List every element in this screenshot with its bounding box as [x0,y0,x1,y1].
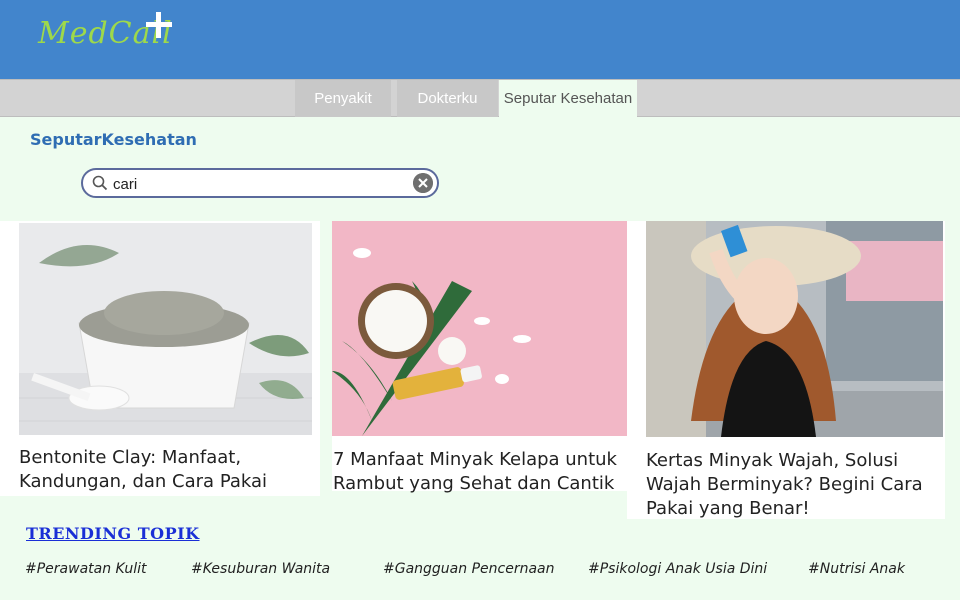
article-title[interactable]: Kertas Minyak Wajah, Solusi Wajah Bermin… [646,449,941,521]
article-card[interactable]: Bentonite Clay: Manfaat, Kandungan, dan … [0,221,320,496]
nav-item-dokterku[interactable]: Dokterku [397,80,498,117]
article-image [19,223,312,435]
article-title[interactable]: Bentonite Clay: Manfaat, Kandungan, dan … [19,446,309,494]
trending-tag[interactable]: #Perawatan Kulit [25,561,147,577]
article-card[interactable]: Kertas Minyak Wajah, Solusi Wajah Bermin… [627,221,945,519]
clear-icon[interactable] [413,173,433,193]
article-image [646,221,943,437]
header: MedCall [0,0,960,79]
nav-item-label: Dokterku [417,90,478,107]
navbar: Penyakit Dokterku Seputar Kesehatan [0,79,960,117]
search-input[interactable] [111,173,405,195]
article-title[interactable]: 7 Manfaat Minyak Kelapa untuk Rambut yan… [333,448,623,496]
trending-title[interactable]: TRENDING TOPIK [26,524,200,543]
trending-tag[interactable]: #Kesuburan Wanita [191,561,330,577]
trending-tag[interactable]: #Gangguan Pencernaan [383,561,554,577]
article-card[interactable]: 7 Manfaat Minyak Kelapa untuk Rambut yan… [332,221,628,494]
nav-item-label: Seputar Kesehatan [503,90,633,107]
article-image [332,221,628,436]
page-title: SeputarKesehatan [30,130,197,149]
nav-item-label: Penyakit [314,90,372,107]
search-icon [92,175,108,191]
search-box[interactable] [81,168,439,198]
nav-item-seputar-kesehatan[interactable]: Seputar Kesehatan [499,80,637,117]
trending-tag[interactable]: #Psikologi Anak Usia Dini [588,561,767,577]
plus-icon [146,12,172,38]
nav-item-penyakit[interactable]: Penyakit [295,80,391,117]
trending-tag[interactable]: #Nutrisi Anak [808,561,905,577]
